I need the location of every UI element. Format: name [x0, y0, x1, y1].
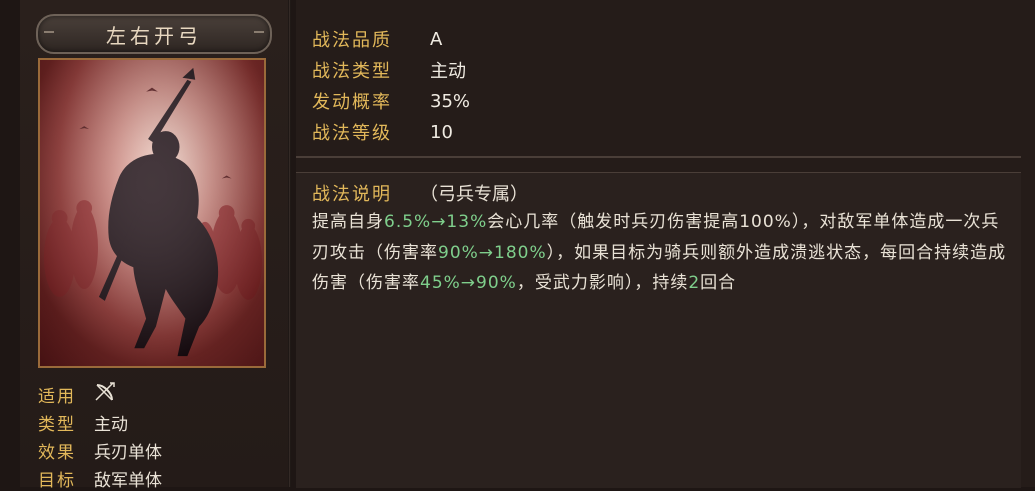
info-effect-label: 效果 — [38, 442, 76, 463]
quality-row: 战法品质 A — [312, 24, 442, 54]
level-row: 战法等级 10 — [312, 117, 453, 147]
skill-name: 左右开弓 — [106, 23, 202, 48]
info-effect-value: 兵刃单体 — [94, 442, 162, 463]
level-value: 10 — [430, 121, 453, 143]
info-effect-row: 效果 兵刃单体 — [38, 438, 162, 463]
info-type-label: 类型 — [38, 414, 76, 435]
type-row: 战法类型 主动 — [312, 55, 466, 85]
info-target-row: 目标 敌军单体 — [38, 466, 162, 491]
rate-row: 发动概率 35% — [312, 86, 470, 116]
panel-divider — [288, 0, 291, 487]
type-label: 战法类型 — [312, 61, 392, 82]
info-apply-label: 适用 — [38, 386, 76, 407]
description-value-highlight: 2 — [688, 273, 701, 293]
description-segment: 提高自身 — [312, 212, 384, 232]
level-label: 战法等级 — [312, 123, 392, 144]
info-apply-row: 适用 — [38, 381, 116, 408]
description-subtitle: （弓兵专属） — [420, 184, 528, 205]
section-divider — [296, 156, 1021, 158]
skill-name-plate: 左右开弓 — [36, 14, 272, 54]
archer-general-illustration — [40, 60, 264, 366]
bow-icon — [94, 381, 116, 408]
skill-card-art — [38, 58, 266, 368]
description-value-highlight: 6.5%→13% — [384, 212, 488, 232]
type-value: 主动 — [430, 61, 466, 82]
quality-value: A — [430, 28, 443, 50]
description-header: 战法说明 （弓兵专属） — [312, 180, 528, 206]
description-segment: ，受武力影响），持续 — [516, 273, 689, 293]
info-type-value: 主动 — [94, 414, 128, 435]
info-type-row: 类型 主动 — [38, 410, 128, 435]
description-title: 战法说明 — [312, 184, 392, 205]
quality-label: 战法品质 — [312, 30, 392, 51]
rate-value: 35% — [430, 90, 471, 112]
rate-label: 发动概率 — [312, 92, 392, 113]
description-segment: 回合 — [700, 273, 737, 293]
description-value-highlight: 45%→90% — [420, 273, 517, 293]
description-text: 提高自身6.5%→13%会心几率（触发时兵刃伤害提高100%），对敌军单体造成一… — [312, 207, 1012, 299]
description-value-highlight: 90%→180% — [438, 242, 547, 263]
